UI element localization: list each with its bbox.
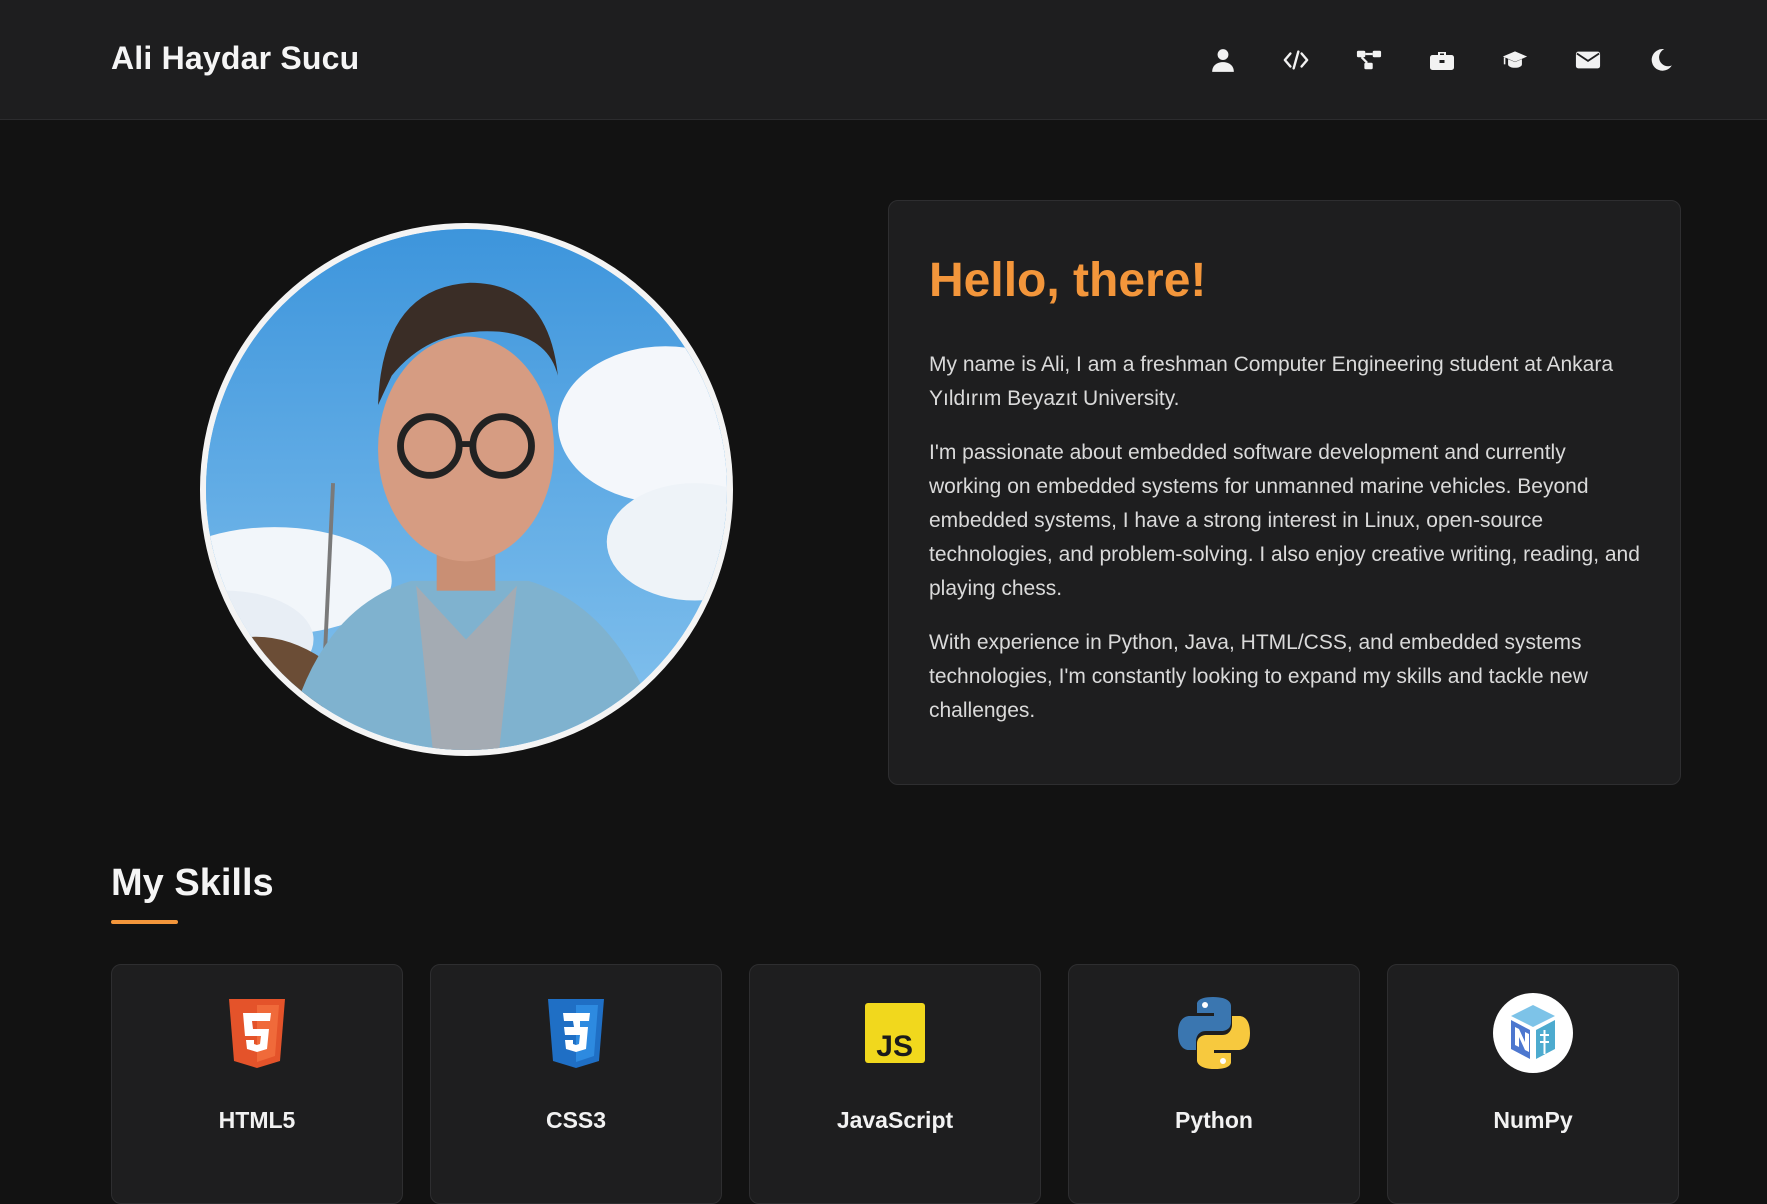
moon-icon — [1651, 49, 1672, 71]
about-paragraph-2: I'm passionate about embedded software d… — [929, 441, 1640, 600]
about-paragraph-3: With experience in Python, Java, HTML/CS… — [929, 631, 1588, 722]
skills-grid: HTML5 CSS3 JS JavaScript Python NumPy — [111, 964, 1681, 1204]
skill-card-css3[interactable]: CSS3 — [430, 964, 722, 1204]
javascript-icon: JS — [855, 993, 935, 1073]
skills-title: My Skills — [111, 862, 274, 904]
navbar: Ali Haydar Sucu — [0, 0, 1767, 120]
graduation-cap-icon — [1502, 51, 1527, 68]
briefcase-icon — [1429, 52, 1454, 70]
skill-card-html5[interactable]: HTML5 — [111, 964, 403, 1204]
skill-card-python[interactable]: Python — [1068, 964, 1360, 1204]
project-diagram-icon — [1356, 50, 1381, 70]
python-icon — [1174, 993, 1254, 1073]
nav-structure-button[interactable] — [1332, 38, 1405, 82]
theme-toggle-button[interactable] — [1624, 38, 1697, 82]
brand-name[interactable]: Ali Haydar Sucu — [111, 40, 359, 77]
html5-icon — [217, 993, 297, 1073]
nav-icon-bar — [1186, 38, 1697, 82]
skill-name: CSS3 — [545, 1107, 607, 1133]
skill-card-numpy[interactable]: NumPy — [1387, 964, 1679, 1204]
skill-card-javascript[interactable]: JS JavaScript — [749, 964, 1041, 1204]
profile-photo — [200, 223, 733, 756]
skill-name: JavaScript — [836, 1107, 954, 1133]
numpy-icon — [1493, 993, 1573, 1073]
code-icon — [1283, 50, 1308, 70]
nav-about-button[interactable] — [1186, 38, 1259, 82]
envelope-icon — [1575, 51, 1600, 69]
about-title: Hello, there! — [929, 254, 1207, 307]
skills-title-underline — [111, 920, 178, 924]
nav-projects-button[interactable] — [1259, 38, 1332, 82]
skill-name: NumPy — [1493, 1107, 1573, 1133]
css3-icon — [536, 993, 616, 1073]
user-icon — [1211, 49, 1234, 72]
svg-text:JS: JS — [876, 1030, 913, 1063]
about-paragraph-1: My name is Ali, I am a freshman Computer… — [929, 353, 1614, 410]
nav-contact-button[interactable] — [1551, 38, 1624, 82]
skill-name: Python — [1175, 1107, 1253, 1133]
nav-education-button[interactable] — [1478, 38, 1551, 82]
skill-name: HTML5 — [218, 1107, 296, 1133]
profile-photo-illustration — [206, 229, 727, 750]
about-card: Hello, there! My name is Ali, I am a fre… — [888, 200, 1681, 785]
nav-experience-button[interactable] — [1405, 38, 1478, 82]
